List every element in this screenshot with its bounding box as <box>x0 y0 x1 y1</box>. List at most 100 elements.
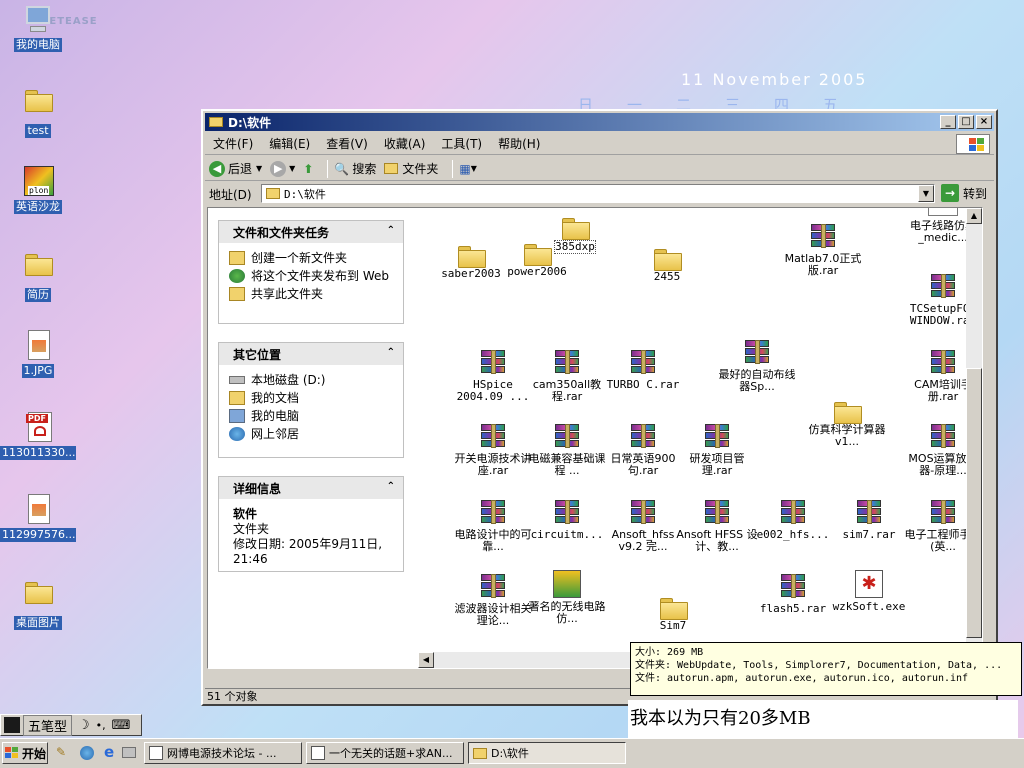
file-item[interactable]: 开关电源技术讲座.rar <box>452 422 534 477</box>
punctuation-icon[interactable]: •, <box>96 719 106 732</box>
panel-header[interactable]: 其它位置 ⌃ <box>219 343 403 365</box>
details-modified: 修改日期: 2005年9月11日, 21:46 <box>233 537 383 566</box>
internet-explorer-icon[interactable]: e <box>104 743 114 761</box>
file-item[interactable]: Ansoft_hfss v9.2 完... <box>602 498 684 553</box>
file-name: Ansoft HFSS 设计、教... <box>676 529 758 553</box>
file-name: 著名的无线电路仿... <box>528 601 606 625</box>
menu-help[interactable]: 帮助(H) <box>490 135 548 152</box>
place-network[interactable]: 网上邻居 <box>219 425 403 443</box>
title-bar[interactable]: D:\软件 _ □ × <box>205 113 994 131</box>
search-button[interactable]: 🔍 搜索 <box>334 160 376 177</box>
close-button[interactable]: × <box>976 115 992 129</box>
forward-button[interactable]: ▶ ▼ <box>270 160 295 177</box>
file-item[interactable]: 最好的自动布线器Sp... <box>716 338 798 393</box>
rar-archive-icon <box>552 424 582 450</box>
file-item[interactable]: Ansoft HFSS 设计、教... <box>676 498 758 553</box>
file-item[interactable]: 日常英语900句.rar <box>602 422 684 477</box>
scroll-left-button[interactable]: ◀ <box>418 652 434 668</box>
folders-button[interactable]: 文件夹 <box>384 160 438 177</box>
task-share-folder[interactable]: 共享此文件夹 <box>219 285 403 303</box>
quicklaunch-pen-icon[interactable]: ✎ <box>56 745 66 759</box>
file-name: Matlab7.0正式版.rar <box>784 253 862 277</box>
taskbar-item-explorer[interactable]: D:\软件 <box>468 742 626 764</box>
collapse-icon[interactable]: ⌃ <box>387 225 395 236</box>
file-item[interactable]: 滤波器设计相关理论... <box>452 572 534 627</box>
file-item[interactable]: cam350all教程.rar <box>526 348 608 403</box>
menu-tools[interactable]: 工具(T) <box>433 135 490 152</box>
panel-title: 详细信息 <box>233 481 282 496</box>
place-my-computer[interactable]: 我的电脑 <box>219 407 403 425</box>
file-item[interactable]: 2455 <box>626 243 708 283</box>
collapse-icon[interactable]: ⌃ <box>387 347 395 358</box>
up-folder-button[interactable]: ⬆ <box>303 162 313 176</box>
task-label: D:\软件 <box>491 747 529 760</box>
browser-window-icon <box>311 746 325 760</box>
address-dropdown-button[interactable]: ▼ <box>918 185 934 202</box>
file-item[interactable]: power2006 <box>496 238 578 278</box>
menu-edit[interactable]: 编辑(E) <box>261 135 318 152</box>
desktop-icon-my-computer[interactable]: 我的电脑 <box>0 4 76 55</box>
menu-file[interactable]: 文件(F) <box>205 135 261 152</box>
rar-archive-icon <box>552 350 582 376</box>
desktop-icon-test[interactable]: test <box>0 84 76 141</box>
views-button[interactable]: ▦ ▼ <box>459 162 477 176</box>
folder-icon <box>384 163 399 174</box>
file-name: circuitm... <box>530 529 604 541</box>
file-item[interactable]: TURBO C.rar <box>602 348 684 391</box>
start-button[interactable]: 开始 <box>2 742 48 764</box>
back-button[interactable]: ◀ 后退 ▼ <box>209 160 262 177</box>
file-name: flash5.rar <box>759 603 827 615</box>
show-desktop-icon[interactable] <box>122 747 136 758</box>
file-item[interactable]: 电磁兼容基础课程 ... <box>526 422 608 477</box>
file-item[interactable]: ✱ wzkSoft.exe <box>828 570 910 613</box>
place-my-documents[interactable]: 我的文档 <box>219 389 403 407</box>
file-item[interactable]: 著名的无线电路仿... <box>526 570 608 625</box>
desktop-icon-english-salon[interactable]: plon 英语沙龙 <box>0 166 76 217</box>
ime-logo-icon[interactable] <box>4 717 20 733</box>
place-label: 本地磁盘 (D:) <box>251 373 326 387</box>
go-button[interactable]: → 转到 <box>941 184 987 202</box>
task-pane: 文件和文件夹任务 ⌃ 创建一个新文件夹 将这个文件夹发布到 Web 共享此文件夹 <box>208 208 418 668</box>
menu-favorites[interactable]: 收藏(A) <box>376 135 434 152</box>
desktop-icon-jpg2[interactable]: 112997576... <box>0 494 76 545</box>
taskbar-item-topic[interactable]: 一个无关的话题+求AN... <box>306 742 464 764</box>
keyboard-icon[interactable]: ⌨ <box>112 718 131 733</box>
browser-window-icon <box>149 746 163 760</box>
task-new-folder[interactable]: 创建一个新文件夹 <box>219 249 403 267</box>
task-label: 共享此文件夹 <box>251 287 324 301</box>
desktop-icon-wallpapers[interactable]: 桌面图片 <box>0 576 76 633</box>
file-item[interactable]: 研发项目管理.rar <box>676 422 758 477</box>
file-item[interactable]: 仿真科学计算器 v1... <box>806 396 888 448</box>
task-publish-web[interactable]: 将这个文件夹发布到 Web <box>219 267 403 285</box>
file-item[interactable]: circuitm... <box>526 498 608 541</box>
taskbar-item-forum[interactable]: 网博电源技术论坛 - ... <box>144 742 302 764</box>
desktop-icon-resume[interactable]: 简历 <box>0 248 76 305</box>
go-label: 转到 <box>963 186 988 201</box>
file-item[interactable]: Matlab7.0正式版.rar <box>782 222 864 277</box>
file-item[interactable]: HSpice 2004.09 ... <box>452 348 534 403</box>
file-item[interactable]: sim7.rar <box>828 498 910 541</box>
scroll-thumb[interactable] <box>966 368 982 638</box>
minimize-button[interactable]: _ <box>940 115 956 129</box>
folder-icon <box>458 246 486 268</box>
vertical-scrollbar[interactable]: ▲ <box>966 208 982 652</box>
file-item[interactable]: flash5.rar <box>752 572 834 615</box>
ime-mode[interactable]: 五笔型 <box>23 714 73 736</box>
address-input[interactable]: D:\软件 ▼ <box>261 184 935 203</box>
scroll-up-button[interactable]: ▲ <box>966 208 982 224</box>
panel-header[interactable]: 文件和文件夹任务 ⌃ <box>219 221 403 243</box>
panel-header[interactable]: 详细信息 ⌃ <box>219 477 403 499</box>
place-local-disk[interactable]: 本地磁盘 (D:) <box>219 371 403 389</box>
file-name: wzkSoft.exe <box>832 601 906 613</box>
file-item[interactable]: e002_hfs... <box>752 498 834 541</box>
file-item[interactable]: 电路设计中的可靠... <box>452 498 534 553</box>
folder-icon <box>209 117 223 127</box>
menu-view[interactable]: 查看(V) <box>318 135 376 152</box>
collapse-icon[interactable]: ⌃ <box>387 481 395 492</box>
quicklaunch-globe-icon[interactable] <box>80 746 94 760</box>
desktop-icon-1jpg[interactable]: 1.JPG <box>0 330 76 381</box>
moon-icon[interactable]: ☽ <box>78 718 90 733</box>
file-item[interactable]: Sim7 <box>632 592 714 632</box>
desktop-icon-pdf[interactable]: PDF 113011330... <box>0 412 76 463</box>
maximize-button[interactable]: □ <box>958 115 974 129</box>
